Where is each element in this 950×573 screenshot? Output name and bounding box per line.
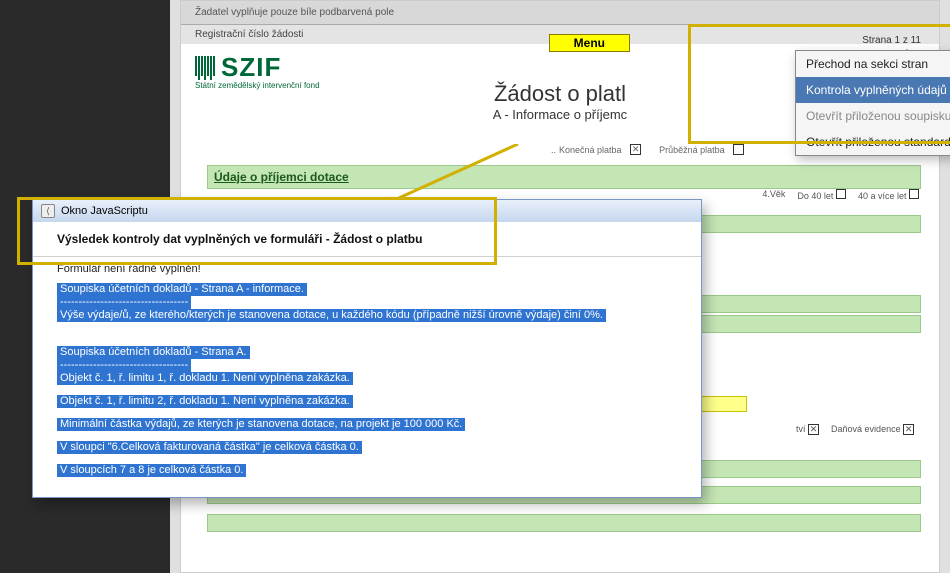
check-tax-evidence[interactable]: Daňová evidence ✕: [831, 424, 914, 435]
validation-dialog: ⟨ Okno JavaScriptu Výsledek kontroly dat…: [32, 199, 702, 498]
page-number: Strana 1 z 11: [862, 35, 921, 46]
error-line: Soupiska účetních dokladů - Strana A.: [57, 346, 250, 359]
dialog-titlebar: ⟨ Okno JavaScriptu: [33, 200, 701, 222]
age-row: 4.Věk Do 40 let 40 a více let: [721, 189, 919, 201]
dialog-heading: Výsledek kontroly dat vyplněných ve form…: [33, 222, 701, 257]
error-list: Soupiska účetních dokladů - Strana A - i…: [33, 279, 701, 497]
error-line: -----------------------------------: [57, 359, 191, 372]
back-icon[interactable]: ⟨: [41, 204, 55, 218]
error-line: Minimální částka výdajů, ze kterých je s…: [57, 418, 465, 431]
age-under40-checkbox[interactable]: Do 40 let: [797, 189, 846, 201]
error-line: V sloupcích 7 a 8 je celková částka 0.: [57, 464, 246, 477]
interim-payment-checkbox[interactable]: Průběžná platba: [659, 144, 744, 155]
error-line: Soupiska účetních dokladů - Strana A - i…: [57, 283, 307, 296]
error-line: -----------------------------------: [57, 296, 191, 309]
menu-validate-data[interactable]: Kontrola vyplněných údajů: [796, 77, 950, 103]
menu-open-attached-list[interactable]: Otevřít přiloženou soupisku: [796, 103, 950, 129]
szif-logo-bars: [195, 56, 215, 80]
dialog-subheading: Formulář není řádně vyplněn!: [33, 257, 701, 279]
green-strip: [207, 514, 921, 532]
menu-dropdown: Přechod na sekci stran ▶ Kontrola vyplně…: [795, 50, 950, 156]
payment-type-row: ..Konečná platba ✕ Průběžná platba: [551, 144, 744, 155]
error-line: Objekt č. 1, ř. limitu 1, ř. dokladu 1. …: [57, 372, 353, 385]
section-header-recipient: Údaje o příjemci dotace: [207, 165, 921, 189]
menu-open-standard-production[interactable]: Otevřít přiloženou standardní produkci: [796, 129, 950, 155]
accounting-checks: tví ✕ Daňová evidence ✕: [796, 424, 914, 435]
error-line: Výše výdaje/ů, ze kterého/kterých je sta…: [57, 309, 606, 322]
check-1[interactable]: tví ✕: [796, 424, 819, 435]
dialog-title-text: Okno JavaScriptu: [61, 205, 148, 217]
error-line: Objekt č. 1, ř. limitu 2, ř. dokladu 1. …: [57, 395, 353, 408]
form-top-note: Žadatel vyplňuje pouze bíle podbarvená p…: [181, 1, 939, 25]
age-over40-checkbox[interactable]: 40 a více let: [858, 189, 919, 201]
final-payment-checkbox[interactable]: ..Konečná platba ✕: [551, 144, 641, 155]
menu-goto-section[interactable]: Přechod na sekci stran ▶: [796, 51, 950, 77]
szif-logo-text: SZIF: [221, 52, 281, 83]
error-line: V sloupci "6.Celková fakturovaná částka"…: [57, 441, 362, 454]
instruction-text: Žadatel vyplňuje pouze bíle podbarvená p…: [195, 7, 394, 18]
menu-button[interactable]: Menu: [549, 34, 630, 52]
